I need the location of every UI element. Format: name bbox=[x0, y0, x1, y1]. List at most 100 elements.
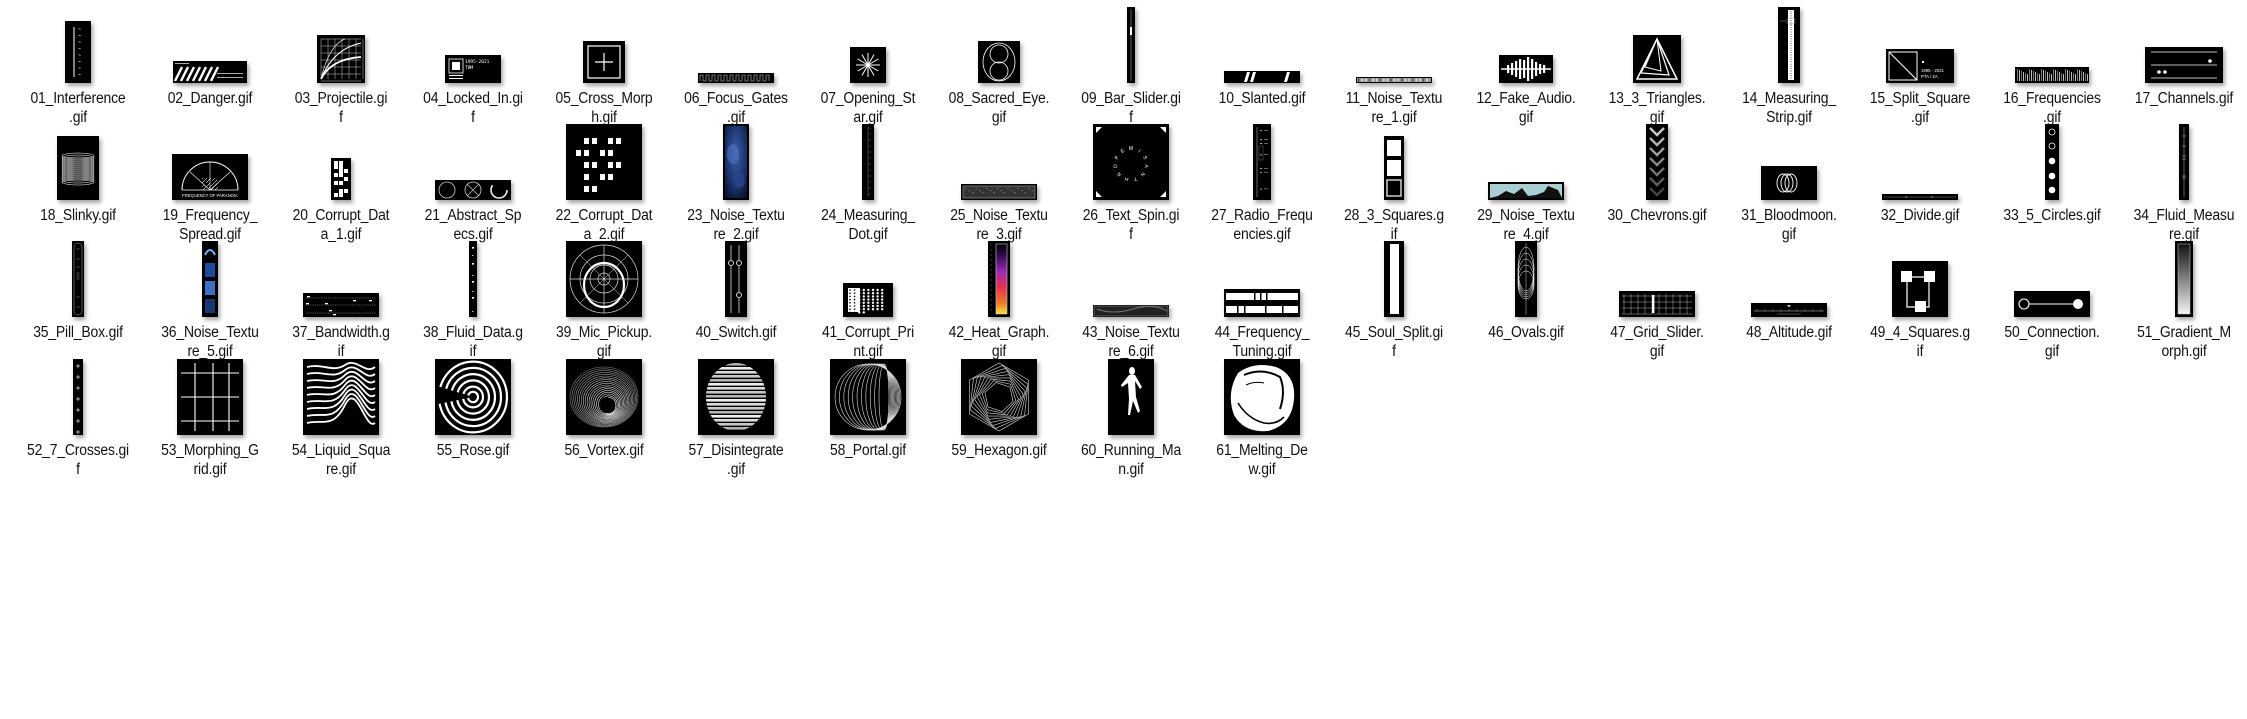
channels-thumbnail-icon[interactable] bbox=[2144, 47, 2223, 83]
portal-thumbnail-icon[interactable] bbox=[829, 359, 906, 435]
file-name-label[interactable]: 32_Divide.gif bbox=[1863, 206, 1978, 225]
file-name-line: 25_Noise_Textu bbox=[950, 207, 1048, 224]
file-name-label[interactable]: 30_Chevrons.gif bbox=[1600, 206, 1715, 225]
vortex-thumbnail-icon[interactable] bbox=[566, 359, 643, 435]
fake-audio-thumbnail-icon[interactable] bbox=[1498, 55, 1553, 83]
split-square-thumbnail-icon[interactable]: 1995 - 2021 PTA / ZA bbox=[1886, 49, 1955, 83]
connection-thumbnail-icon[interactable] bbox=[2014, 291, 2090, 317]
hexagon-thumbnail-icon[interactable] bbox=[961, 359, 1038, 435]
slinky-thumbnail-icon[interactable] bbox=[57, 136, 99, 200]
melting-dew-thumbnail-icon[interactable] bbox=[1224, 359, 1301, 435]
fluid-data-thumbnail-icon[interactable] bbox=[468, 241, 477, 317]
corrupt-2-thumbnail-icon[interactable] bbox=[566, 124, 643, 200]
file-name-label[interactable]: 59_Hexagon.gif bbox=[942, 441, 1057, 460]
bar-slider-thumbnail-icon[interactable] bbox=[1126, 7, 1135, 83]
file-name-label[interactable]: 56_Vortex.gif bbox=[547, 441, 662, 460]
file-name-label[interactable]: 49_4_Squares.g if bbox=[1863, 323, 1978, 361]
text-spin-thumbnail-icon[interactable]: MISANTHROPE bbox=[1092, 124, 1169, 200]
thumbnail-container bbox=[1198, 120, 1326, 200]
file-name-label[interactable]: 51_Gradient_M orph.gif bbox=[2126, 323, 2241, 361]
file-name-line: 12_Fake_Audio. bbox=[1476, 90, 1576, 107]
svg-text:~: ~ bbox=[78, 40, 81, 46]
altitude-thumbnail-icon[interactable] bbox=[1750, 303, 1827, 317]
abstract-specs-thumbnail-icon[interactable] bbox=[434, 180, 511, 200]
soul-split-thumbnail-icon[interactable] bbox=[1384, 241, 1404, 317]
chevrons-thumbnail-icon[interactable] bbox=[1646, 124, 1669, 200]
switch-thumbnail-icon[interactable] bbox=[725, 241, 747, 317]
grid-slider-thumbnail-icon[interactable] bbox=[1619, 291, 1696, 317]
file-name-label[interactable]: 52_7_Crosses.gi f bbox=[20, 441, 135, 479]
file-name-label[interactable]: 40_Switch.gif bbox=[678, 323, 793, 342]
opening-star-thumbnail-icon[interactable] bbox=[849, 47, 886, 83]
noise-4-thumbnail-icon[interactable] bbox=[1487, 182, 1564, 200]
file-name-label[interactable]: 35_Pill_Box.gif bbox=[20, 323, 135, 342]
divide-thumbnail-icon[interactable] bbox=[1882, 194, 1959, 200]
file-name-line: 26_Text_Spin.gi bbox=[1082, 207, 1180, 224]
locked-in-thumbnail-icon[interactable]: 1995-2021 TBM bbox=[444, 55, 501, 83]
file-name-label[interactable]: 58_Portal.gif bbox=[810, 441, 925, 460]
bandwidth-thumbnail-icon[interactable] bbox=[303, 293, 380, 317]
disintegrate-thumbnail-icon[interactable] bbox=[698, 359, 774, 435]
thumbnail-container bbox=[1330, 3, 1458, 83]
frequencies-thumbnail-icon[interactable] bbox=[2015, 67, 2089, 83]
morphing-grid-thumbnail-icon[interactable] bbox=[176, 359, 243, 435]
corrupt-1-thumbnail-icon[interactable] bbox=[331, 158, 352, 200]
radio-frequencies-thumbnail-icon[interactable] bbox=[1253, 124, 1272, 200]
slanted-thumbnail-icon[interactable] bbox=[1224, 71, 1301, 83]
noise-5-thumbnail-icon[interactable] bbox=[201, 241, 218, 317]
file-name-label[interactable]: 45_Soul_Split.gi f bbox=[1336, 323, 1451, 361]
bloodmoon-thumbnail-icon[interactable] bbox=[1760, 166, 1817, 200]
rose-thumbnail-icon[interactable] bbox=[434, 359, 511, 435]
file-name-label[interactable]: 53_Morphing_G rid.gif bbox=[152, 441, 267, 479]
file-name-label[interactable]: 17_Channels.gif bbox=[2126, 89, 2241, 108]
thumbnail-container bbox=[540, 3, 668, 83]
file-name-line: 49_4_Squares.g bbox=[1870, 324, 1971, 341]
mic-pickup-thumbnail-icon[interactable] bbox=[566, 241, 643, 317]
three-squares-thumbnail-icon[interactable] bbox=[1384, 136, 1404, 200]
heat-graph-thumbnail-icon[interactable] bbox=[988, 241, 1011, 317]
file-name-label[interactable]: 50_Connection. gif bbox=[1994, 323, 2109, 361]
file-name-label[interactable]: 57_Disintegrate .gif bbox=[678, 441, 793, 479]
svg-text:M: M bbox=[1129, 146, 1133, 152]
gradient-morph-thumbnail-icon[interactable] bbox=[2174, 241, 2193, 317]
triangles-thumbnail-icon[interactable] bbox=[1633, 35, 1682, 83]
pill-box-thumbnail-icon[interactable] bbox=[72, 241, 84, 317]
frequency-tuning-thumbnail-icon[interactable] bbox=[1224, 289, 1301, 317]
five-circles-thumbnail-icon[interactable] bbox=[2045, 124, 2059, 200]
svg-text:PTA / ZA: PTA / ZA bbox=[1921, 74, 1938, 79]
projectile-thumbnail-icon[interactable] bbox=[317, 35, 366, 83]
measuring-strip-thumbnail-icon[interactable] bbox=[1777, 7, 1800, 83]
file-name-label[interactable]: 55_Rose.gif bbox=[415, 441, 530, 460]
cross-morph-thumbnail-icon[interactable] bbox=[583, 41, 626, 83]
measuring-dot-thumbnail-icon[interactable] bbox=[861, 124, 874, 200]
frequency-spread-thumbnail-icon[interactable]: FREQUENCY OF PARANOIA bbox=[171, 154, 248, 200]
noise-2-thumbnail-icon[interactable] bbox=[723, 124, 749, 200]
file-name-label[interactable]: 10_Slanted.gif bbox=[1205, 89, 1320, 108]
noise-3-thumbnail-icon[interactable] bbox=[961, 184, 1038, 200]
file-name-label[interactable]: 18_Slinky.gif bbox=[20, 206, 135, 225]
liquid-square-thumbnail-icon[interactable] bbox=[303, 359, 380, 435]
file-name-label[interactable]: 33_5_Circles.gif bbox=[1994, 206, 2109, 225]
thumbnail-container bbox=[1988, 3, 2116, 83]
noise-6-thumbnail-icon[interactable] bbox=[1092, 305, 1169, 317]
focus-gates-thumbnail-icon[interactable] bbox=[698, 73, 774, 83]
running-man-thumbnail-icon[interactable] bbox=[1107, 359, 1154, 435]
file-name-label[interactable]: 48_Altitude.gif bbox=[1731, 323, 1846, 342]
ovals-thumbnail-icon[interactable] bbox=[1514, 241, 1537, 317]
noise-1-thumbnail-icon[interactable] bbox=[1356, 77, 1432, 83]
danger-thumbnail-icon[interactable] bbox=[172, 61, 247, 83]
fluid-measure-thumbnail-icon[interactable] bbox=[2178, 124, 2189, 200]
file-name-label[interactable]: 47_Grid_Slider. gif bbox=[1600, 323, 1715, 361]
file-name-label[interactable]: 60_Running_Ma n.gif bbox=[1073, 441, 1188, 479]
file-name-label[interactable]: 46_Ovals.gif bbox=[1468, 323, 1583, 342]
sacred-eye-thumbnail-icon[interactable] bbox=[978, 41, 1021, 83]
corrupt-print-thumbnail-icon[interactable] bbox=[842, 283, 893, 317]
interference-thumbnail-icon[interactable]: ~ ~ ~ ~ ~ ~ ~ ~ bbox=[65, 21, 91, 83]
four-squares-thumbnail-icon[interactable] bbox=[1892, 261, 1949, 317]
thumbnail-container bbox=[277, 355, 405, 435]
file-name-label[interactable]: 54_Liquid_Squa re.gif bbox=[284, 441, 399, 479]
thumbnail-container bbox=[1067, 3, 1195, 83]
file-name-label[interactable]: 61_Melting_De w.gif bbox=[1205, 441, 1320, 479]
seven-crosses-thumbnail-icon[interactable] bbox=[73, 359, 83, 435]
file-name-label[interactable]: 02_Danger.gif bbox=[152, 89, 267, 108]
